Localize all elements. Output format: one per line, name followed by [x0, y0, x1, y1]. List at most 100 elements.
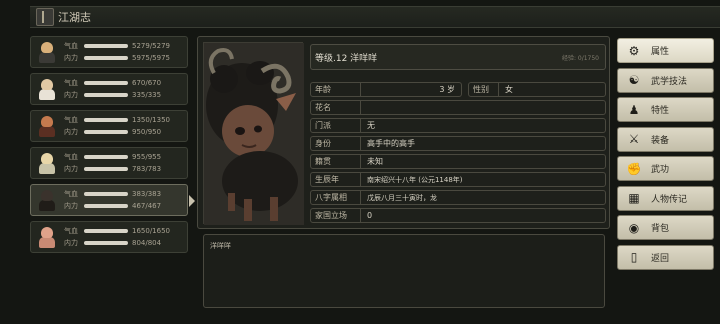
side-menu: ⚙ 属性 ☯ 武学技法 ♟ 特性 ⚔ 装备 ✊ 武功 ▦ 人物传记 ◉ 背包 ▯ 返回: [617, 38, 714, 274]
attribute-row: 生辰年 南宋绍兴十八年 (公元1148年): [310, 172, 606, 187]
biography-text: 洋咩咩: [203, 234, 605, 308]
attribute-value: 未知: [367, 157, 383, 166]
bio-text: 洋咩咩: [210, 242, 231, 250]
level-and-name: 等级.12 洋咩咩: [315, 53, 378, 64]
kungfu-icon: ✊: [626, 161, 642, 176]
mp-bar: [84, 93, 128, 97]
mp-label: 内力: [64, 165, 78, 173]
age-label: 年龄: [311, 83, 361, 96]
menu-label: 属性: [651, 47, 670, 57]
avatar: [36, 114, 58, 138]
mp-value: 335/335: [132, 91, 162, 99]
attribute-value: 高手中的高手: [367, 139, 415, 148]
attribute-label: 门派: [311, 119, 361, 132]
party-list: 气血 5279/5279 内力 5975/5975 气血 670/670 内力: [30, 36, 195, 258]
party-member[interactable]: 气血 383/383 内力 467/467: [30, 184, 195, 216]
avatar: [36, 40, 58, 64]
martial-arts-icon: ☯: [628, 73, 640, 87]
menu-button-4[interactable]: ⚔ 装备: [617, 126, 714, 152]
mp-bar: [84, 241, 128, 245]
mp-value: 5975/5975: [132, 54, 170, 62]
mp-value: 950/950: [132, 128, 162, 136]
attribute-row: 身份 高手中的高手: [310, 136, 606, 151]
mp-label: 内力: [64, 128, 78, 136]
scroll-icon: ▦: [628, 191, 640, 205]
experience-text: 经验: 0/1750: [561, 54, 599, 62]
mp-value: 804/804: [132, 239, 162, 247]
menu-button-2[interactable]: ☯ 武学技法: [617, 67, 714, 93]
attribute-label: 籍贯: [311, 155, 361, 168]
hp-bar: [84, 81, 128, 85]
hp-label: 气血: [64, 190, 78, 198]
title-bar: 江湖志: [30, 6, 720, 28]
mp-bar: [84, 130, 128, 134]
journal-book-icon[interactable]: [36, 8, 54, 26]
menu-button-3[interactable]: ♟ 特性: [617, 97, 714, 122]
hp-label: 气血: [64, 116, 78, 124]
person-trait-icon: ♟: [628, 102, 640, 117]
hp-label: 气血: [64, 79, 78, 87]
menu-label: 人物传记: [651, 194, 688, 205]
menu-label: 返回: [651, 253, 670, 264]
mp-label: 内力: [64, 91, 78, 99]
settings-icon: ⚙: [628, 43, 640, 58]
avatar: [36, 77, 58, 101]
menu-label: 特性: [651, 106, 670, 116]
mp-value: 783/783: [132, 165, 162, 173]
attribute-row: 籍贯 未知: [310, 154, 606, 169]
party-member[interactable]: 气血 1350/1350 内力 950/950: [30, 110, 188, 142]
menu-button-6[interactable]: ▦ 人物传记: [617, 185, 714, 211]
attribute-row: 八字属相 戊辰八月三十寅时，龙: [310, 190, 606, 205]
party-member[interactable]: 气血 5279/5279 内力 5975/5975: [30, 36, 188, 68]
mp-bar: [84, 204, 128, 208]
attribute-value: 南宋绍兴十八年 (公元1148年): [367, 175, 463, 184]
mp-bar: [84, 167, 128, 171]
party-member[interactable]: 气血 955/955 内力 783/783: [30, 147, 188, 179]
sword-icon: ⚔: [628, 132, 640, 146]
menu-button-7[interactable]: ◉ 背包: [617, 215, 714, 240]
attribute-row: 门派 无: [310, 118, 606, 133]
menu-label: 武学技法: [651, 76, 688, 87]
window-title: 江湖志: [58, 11, 91, 24]
menu-button-1[interactable]: ⚙ 属性: [617, 38, 714, 63]
hp-value: 1350/1350: [132, 116, 170, 124]
attribute-value: 无: [367, 121, 375, 130]
hp-bar: [84, 192, 128, 196]
door-icon: ▯: [630, 250, 638, 264]
attribute-row: 花名: [310, 100, 606, 115]
menu-label: 武功: [651, 165, 670, 175]
sheep-portrait-icon: [204, 43, 304, 225]
mp-label: 内力: [64, 202, 78, 210]
party-member[interactable]: 气血 1650/1650 内力 804/804: [30, 221, 188, 253]
hp-value: 1650/1650: [132, 227, 170, 235]
hp-value: 670/670: [132, 79, 162, 87]
attribute-label: 花名: [311, 101, 361, 114]
hp-value: 383/383: [132, 190, 162, 198]
attribute-row: 家国立场 0: [310, 208, 606, 223]
hp-bar: [84, 229, 128, 233]
hp-value: 955/955: [132, 153, 162, 161]
character-portrait: [203, 42, 304, 225]
attribute-value: 戊辰八月三十寅时，龙: [367, 193, 437, 202]
avatar: [36, 151, 58, 175]
avatar: [36, 225, 58, 249]
hp-bar: [84, 155, 128, 159]
attribute-label: 生辰年: [311, 173, 361, 186]
attribute-value: 0: [367, 211, 373, 220]
age-gender-row: 年龄 3 岁 性别 女: [310, 82, 606, 97]
party-member[interactable]: 气血 670/670 内力 335/335: [30, 73, 188, 105]
menu-button-5[interactable]: ✊ 武功: [617, 156, 714, 181]
mp-label: 内力: [64, 239, 78, 247]
mp-bar: [84, 56, 128, 60]
attribute-rows: 年龄 3 岁 性别 女 花名 门派 无身份 高手中的高手 籍贯 未知 生辰年 南宋绍…: [310, 82, 606, 226]
mp-value: 467/467: [132, 202, 162, 210]
mp-label: 内力: [64, 54, 78, 62]
avatar: [36, 188, 58, 212]
hp-label: 气血: [64, 153, 78, 161]
attribute-label: 家国立场: [311, 209, 361, 222]
attribute-label: 八字属相: [311, 191, 361, 204]
hp-label: 气血: [64, 42, 78, 50]
age-value: 3 岁: [439, 85, 455, 94]
gender-value: 女: [505, 85, 513, 94]
menu-button-8[interactable]: ▯ 返回: [617, 244, 714, 270]
